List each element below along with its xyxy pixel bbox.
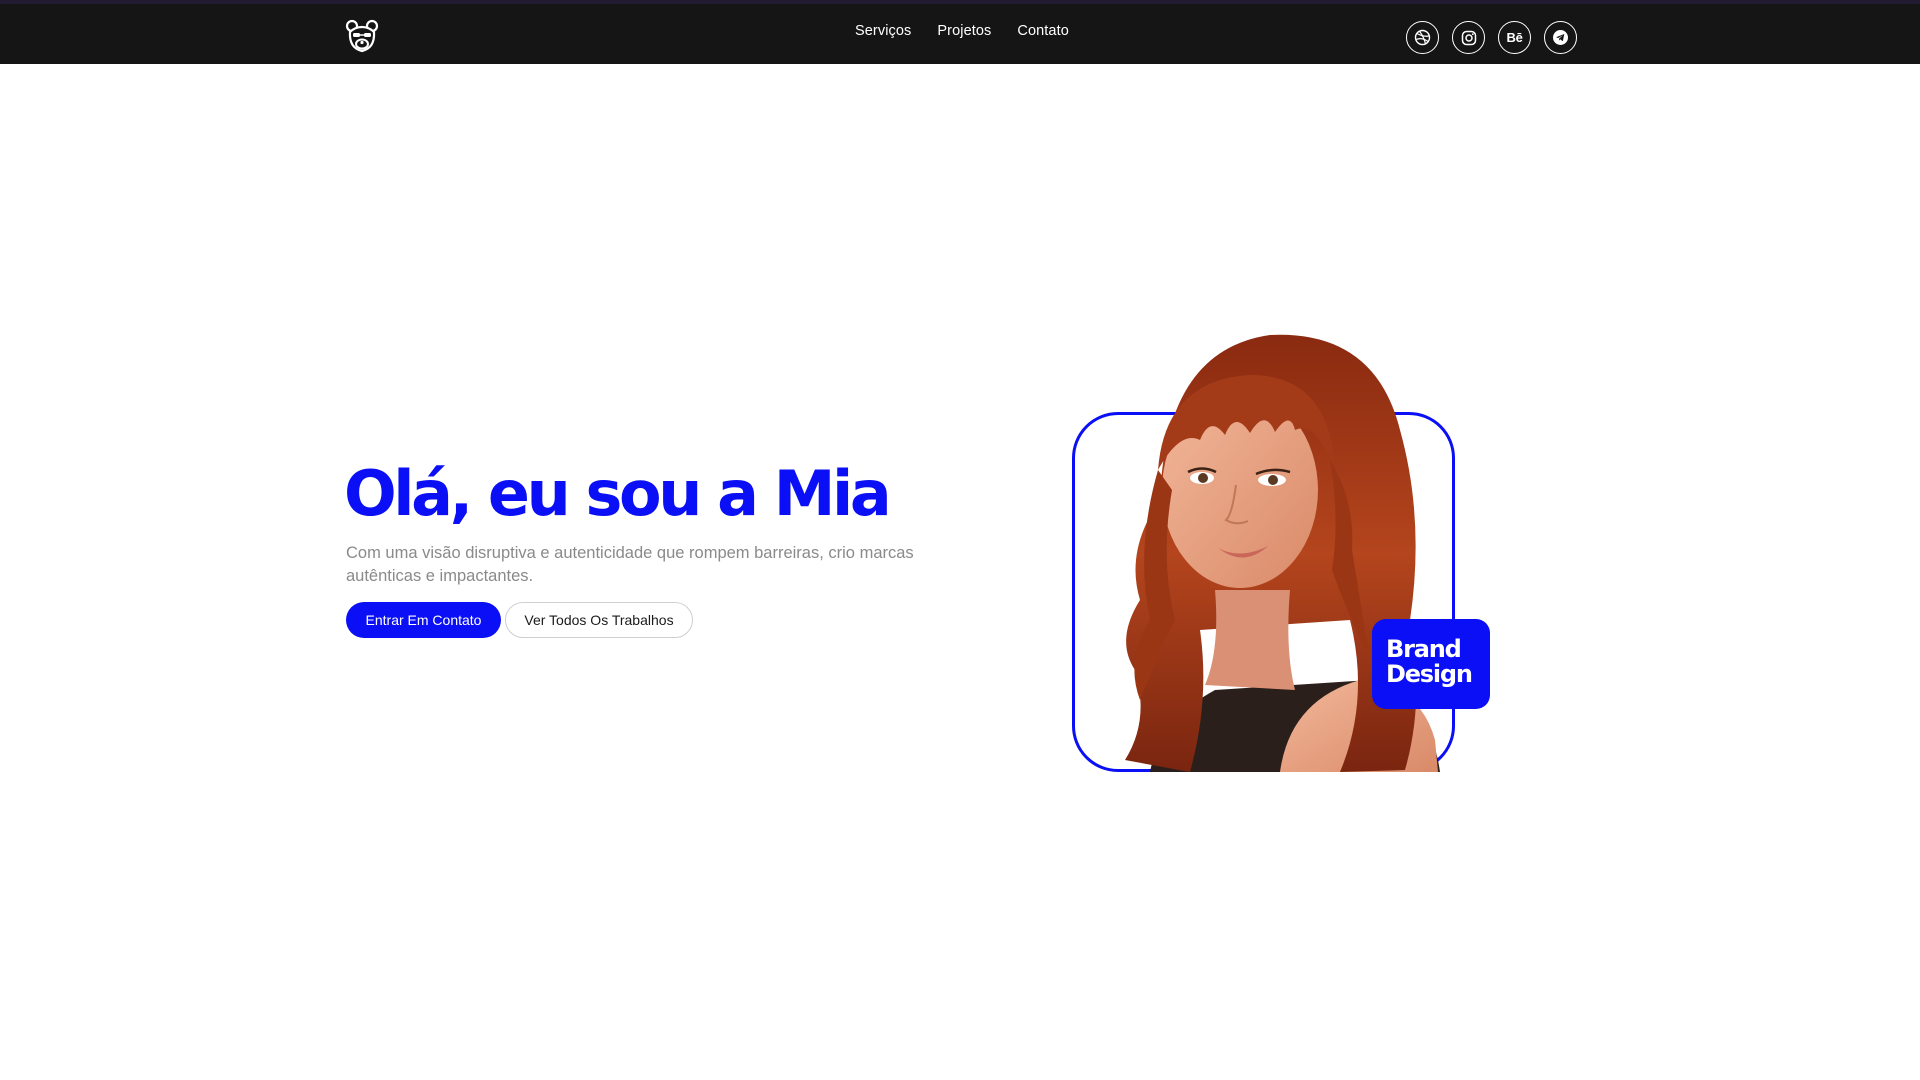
bear-logo-icon[interactable]	[344, 18, 380, 54]
dribbble-icon[interactable]	[1406, 21, 1439, 54]
telegram-icon[interactable]	[1544, 21, 1577, 54]
main-nav: Serviços Projetos Contato	[855, 23, 1069, 39]
nav-link-projetos[interactable]: Projetos	[937, 23, 991, 39]
badge-line-1: Brand	[1386, 635, 1462, 663]
portrait-section: Brand Design	[1040, 320, 1500, 780]
nav-link-contato[interactable]: Contato	[1017, 23, 1069, 39]
hero-description: Com uma visão disruptiva e autenticidade…	[346, 544, 914, 585]
view-all-works-button[interactable]: Ver Todos Os Trabalhos	[505, 602, 693, 638]
top-navbar: Serviços Projetos Contato Bē	[0, 0, 1920, 64]
hero-title: Olá, eu sou a Mia	[344, 457, 892, 530]
behance-label: Bē	[1506, 30, 1523, 45]
contact-button[interactable]: Entrar Em Contato	[346, 602, 501, 638]
brand-design-badge: Brand Design	[1372, 619, 1490, 709]
social-links: Bē	[1406, 21, 1577, 54]
behance-icon[interactable]: Bē	[1498, 21, 1531, 54]
instagram-icon[interactable]	[1452, 21, 1485, 54]
badge-line-2: Design	[1386, 660, 1473, 688]
nav-link-servicos[interactable]: Serviços	[855, 23, 911, 39]
